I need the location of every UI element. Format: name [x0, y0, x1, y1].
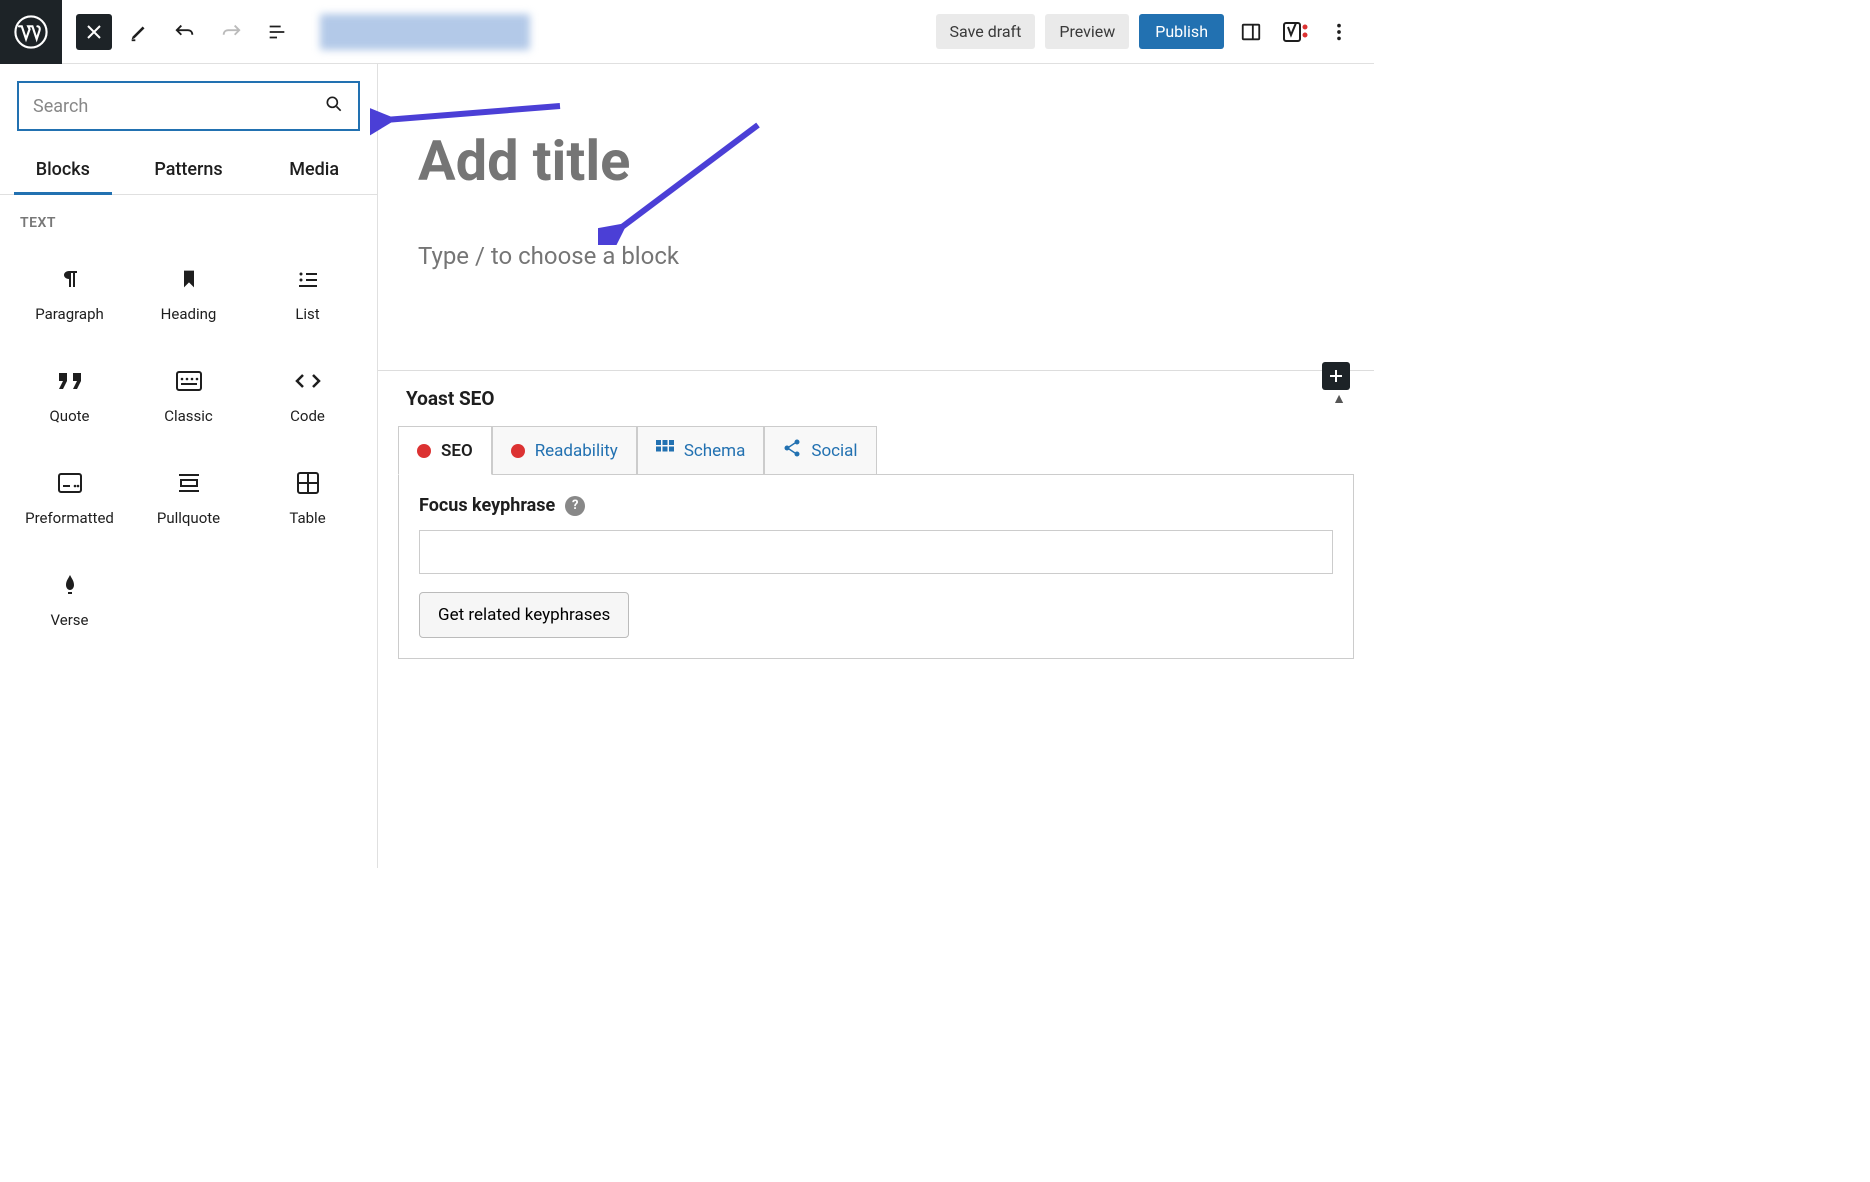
- get-related-keyphrases-button[interactable]: Get related keyphrases: [419, 592, 629, 638]
- block-list[interactable]: TEXT Paragraph Heading List Quote Classi…: [0, 195, 377, 859]
- publish-button[interactable]: Publish: [1139, 14, 1224, 49]
- block-pullquote[interactable]: Pullquote: [129, 453, 248, 543]
- post-title-input[interactable]: [418, 128, 1334, 194]
- tab-media[interactable]: Media: [251, 145, 377, 194]
- yoast-panel: Yoast SEO ▲ SEO Readability Schema Socia…: [378, 370, 1374, 659]
- settings-sidebar-toggle[interactable]: [1234, 15, 1268, 49]
- options-menu-button[interactable]: [1322, 15, 1356, 49]
- heading-icon: [175, 265, 203, 293]
- pullquote-icon: [175, 469, 203, 497]
- block-label: Table: [289, 509, 325, 527]
- post-body-input[interactable]: [418, 242, 1334, 270]
- close-inserter-button[interactable]: [76, 14, 112, 50]
- list-icon: [294, 265, 322, 293]
- document-overview-button[interactable]: [258, 13, 296, 51]
- block-classic[interactable]: Classic: [129, 351, 248, 441]
- undo-button[interactable]: [166, 13, 204, 51]
- yoast-tab-label: Schema: [684, 441, 746, 461]
- yoast-header[interactable]: Yoast SEO ▲: [378, 371, 1374, 426]
- collapse-icon[interactable]: ▲: [1332, 390, 1346, 407]
- block-label: Quote: [49, 407, 89, 425]
- block-label: Paragraph: [35, 305, 104, 323]
- save-draft-button[interactable]: Save draft: [936, 14, 1036, 49]
- code-icon: [294, 367, 322, 395]
- yoast-tab-seo[interactable]: SEO: [398, 426, 492, 475]
- block-paragraph[interactable]: Paragraph: [10, 249, 129, 339]
- status-dot-red: [511, 444, 525, 458]
- block-code[interactable]: Code: [248, 351, 367, 441]
- yoast-body: Focus keyphrase ? Get related keyphrases: [398, 474, 1354, 659]
- block-quote[interactable]: Quote: [10, 351, 129, 441]
- yoast-tab-social[interactable]: Social: [764, 426, 876, 475]
- yoast-tab-label: SEO: [441, 441, 473, 461]
- block-label: Classic: [164, 407, 213, 425]
- yoast-tab-readability[interactable]: Readability: [492, 426, 637, 475]
- schema-icon: [656, 440, 674, 462]
- paragraph-icon: [56, 265, 84, 293]
- blurred-region: [320, 14, 530, 50]
- block-label: Pullquote: [157, 509, 220, 527]
- add-block-button[interactable]: [1322, 362, 1350, 390]
- search-icon: [324, 94, 344, 118]
- preview-button[interactable]: Preview: [1045, 14, 1129, 49]
- yoast-title: Yoast SEO: [406, 387, 494, 410]
- help-icon[interactable]: ?: [565, 496, 585, 516]
- block-grid: Paragraph Heading List Quote Classic Cod…: [0, 249, 377, 645]
- block-label: List: [295, 305, 319, 323]
- redo-button[interactable]: [212, 13, 250, 51]
- block-label: Verse: [51, 611, 89, 629]
- search-input[interactable]: [33, 96, 324, 117]
- toolbar-right: Save draft Preview Publish: [936, 14, 1374, 49]
- block-inserter-panel: Blocks Patterns Media TEXT Paragraph Hea…: [0, 64, 378, 868]
- top-toolbar: Save draft Preview Publish: [0, 0, 1374, 64]
- share-icon: [783, 439, 801, 462]
- yoast-tab-schema[interactable]: Schema: [637, 426, 765, 475]
- status-dot-red: [417, 444, 431, 458]
- quote-icon: [56, 367, 84, 395]
- tab-blocks[interactable]: Blocks: [0, 145, 126, 194]
- yoast-icon[interactable]: [1278, 15, 1312, 49]
- toolbar-left: [62, 13, 530, 51]
- verse-icon: [56, 571, 84, 599]
- block-section-title: TEXT: [0, 211, 377, 249]
- tab-patterns[interactable]: Patterns: [126, 145, 252, 194]
- wordpress-logo[interactable]: [0, 0, 62, 64]
- inserter-tabs: Blocks Patterns Media: [0, 145, 377, 195]
- classic-icon: [175, 367, 203, 395]
- preformatted-icon: [56, 469, 84, 497]
- block-label: Preformatted: [25, 509, 114, 527]
- search-box: [17, 81, 360, 131]
- yoast-tab-label: Social: [811, 441, 857, 461]
- block-label: Code: [290, 407, 325, 425]
- yoast-tab-label: Readability: [535, 441, 618, 461]
- block-preformatted[interactable]: Preformatted: [10, 453, 129, 543]
- editor-canvas[interactable]: Yoast SEO ▲ SEO Readability Schema Socia…: [378, 64, 1374, 868]
- block-heading[interactable]: Heading: [129, 249, 248, 339]
- block-label: Heading: [161, 305, 217, 323]
- block-verse[interactable]: Verse: [10, 555, 129, 645]
- keyphrase-row: Focus keyphrase ?: [419, 495, 1333, 516]
- block-table[interactable]: Table: [248, 453, 367, 543]
- editor-content: [378, 64, 1374, 300]
- edit-tool-button[interactable]: [120, 13, 158, 51]
- block-list[interactable]: List: [248, 249, 367, 339]
- yoast-tabs: SEO Readability Schema Social: [398, 426, 1354, 475]
- keyphrase-label: Focus keyphrase: [419, 495, 555, 516]
- keyphrase-input[interactable]: [419, 530, 1333, 574]
- table-icon: [294, 469, 322, 497]
